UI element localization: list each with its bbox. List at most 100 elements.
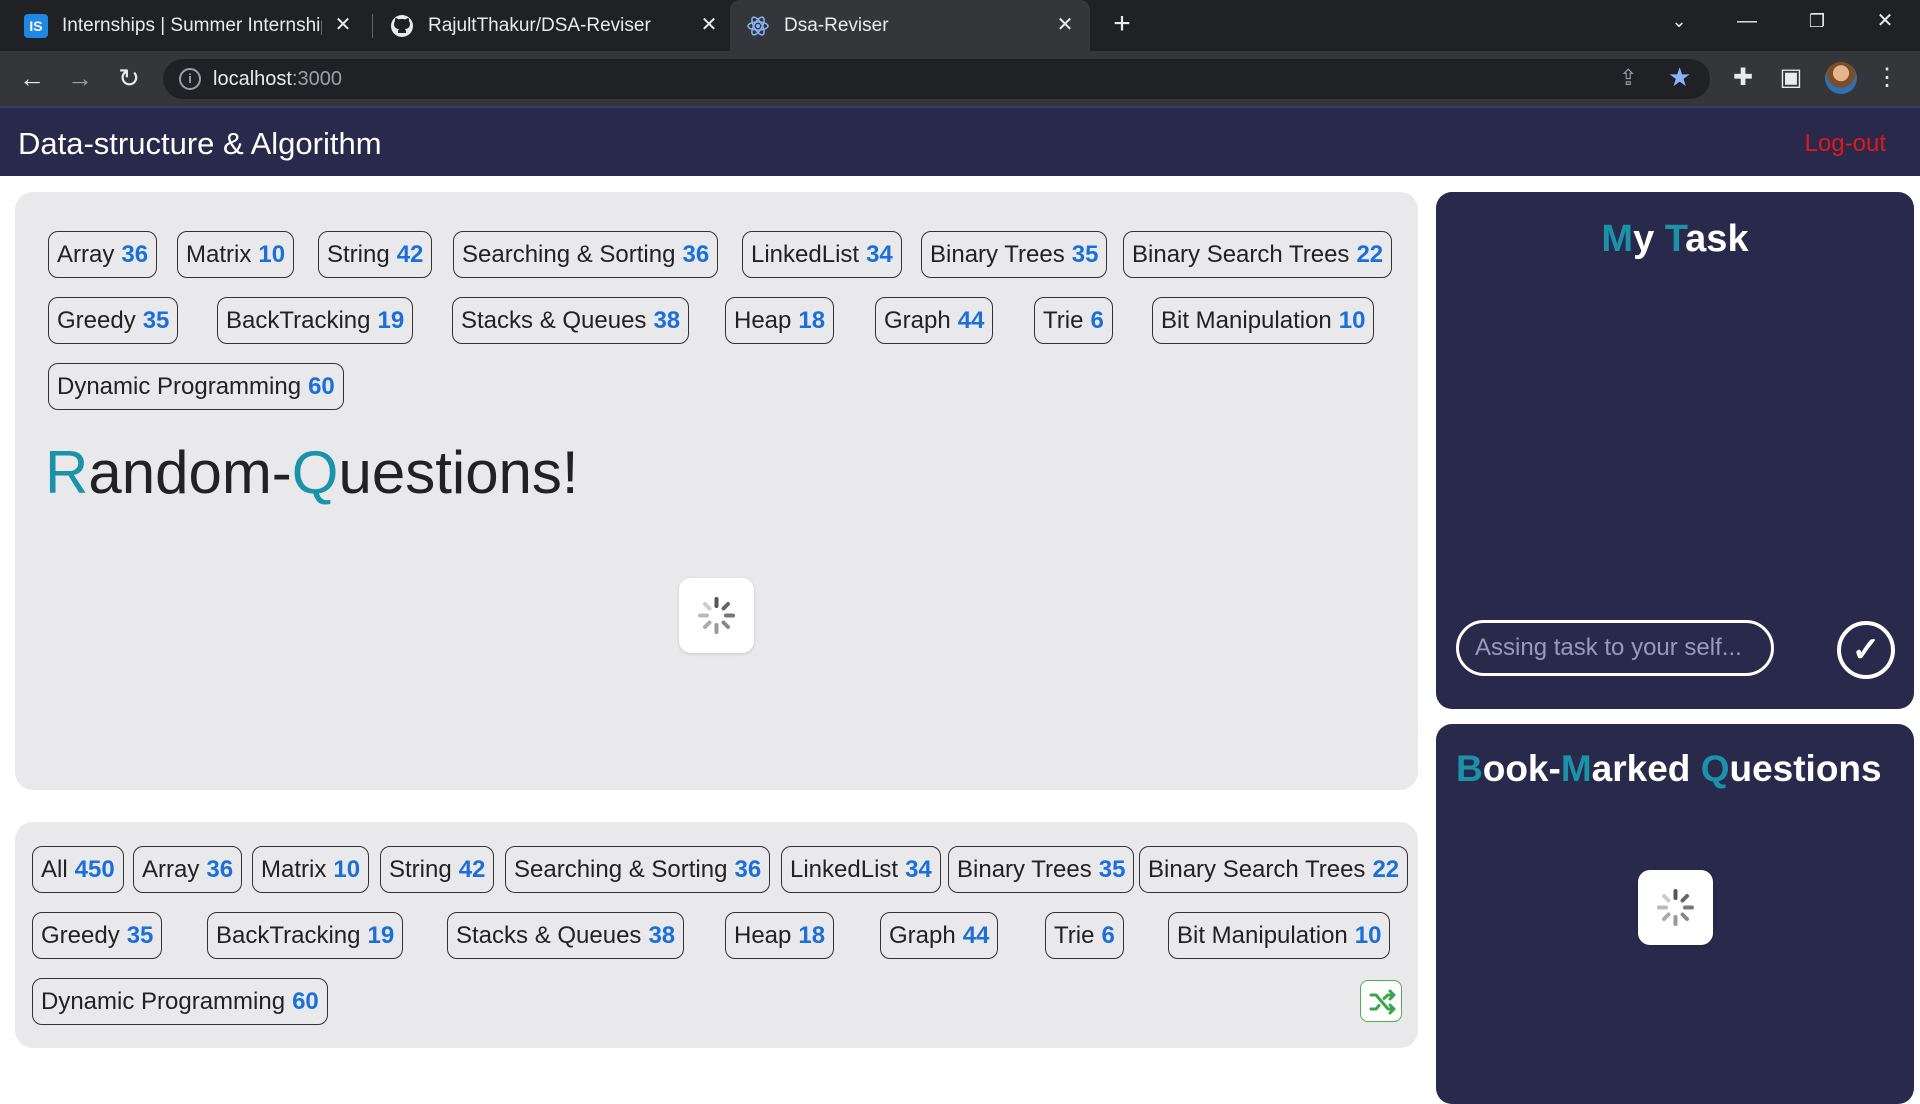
filter-chip-stacks-queues[interactable]: Stacks & Queues 38 xyxy=(447,912,685,959)
chip-count: 60 xyxy=(308,372,335,400)
tab-search-icon[interactable]: ⌄ xyxy=(1648,0,1710,45)
bookmarked-questions-panel: Book-Marked Questions xyxy=(1436,724,1914,1104)
chip-count: 19 xyxy=(367,921,395,949)
chip-count: 35 xyxy=(1071,240,1099,268)
menu-kebab-icon[interactable]: ⋮ xyxy=(1871,63,1903,92)
back-arrow-icon[interactable]: ← xyxy=(16,63,48,95)
chip-count: 6 xyxy=(1101,921,1115,949)
site-info-icon[interactable]: i xyxy=(179,68,201,90)
chip-label: Greedy xyxy=(41,921,120,949)
filter-chip-trie[interactable]: Trie 6 xyxy=(1045,912,1124,959)
topic-chip-bit-manipulation[interactable]: Bit Manipulation 10 xyxy=(1152,297,1375,344)
shuffle-button[interactable] xyxy=(1360,980,1402,1022)
filter-chip-binary-search-trees[interactable]: Binary Search Trees 22 xyxy=(1139,846,1409,893)
filter-chip-greedy[interactable]: Greedy 35 xyxy=(32,912,163,959)
chip-label: Binary Trees xyxy=(930,240,1065,268)
topic-chip-heap[interactable]: Heap 18 xyxy=(725,297,835,344)
tab-title: Dsa-Reviser xyxy=(784,14,889,36)
filter-chip-bit-manipulation[interactable]: Bit Manipulation 10 xyxy=(1168,912,1391,959)
address-bar[interactable]: i localhost:3000 ⇪ ★ xyxy=(163,59,1710,99)
chip-label: Array xyxy=(142,855,200,883)
chip-count: 35 xyxy=(126,921,154,949)
chip-label: Binary Search Trees xyxy=(1132,240,1350,268)
app-title: Data-structure & Algorithm xyxy=(18,126,382,161)
heading-text: uestions! xyxy=(338,439,579,506)
restore-icon[interactable]: ❐ xyxy=(1786,0,1848,45)
reload-icon[interactable]: ↻ xyxy=(113,63,145,95)
chip-label: Dynamic Programming xyxy=(41,987,286,1015)
tab-dsa-reviser[interactable]: Dsa-Reviser ✕ xyxy=(730,0,1090,51)
chip-label: Greedy xyxy=(57,306,136,334)
browser-toolbar: ← → ↻ i localhost:3000 ⇪ ★ ✚ ▣ ⋮ xyxy=(0,51,1920,106)
task-input[interactable] xyxy=(1456,620,1774,676)
topic-chip-binary-search-trees[interactable]: Binary Search Trees 22 xyxy=(1123,231,1393,278)
chip-label: Stacks & Queues xyxy=(456,921,642,949)
filter-chip-graph[interactable]: Graph 44 xyxy=(880,912,999,959)
filter-chip-matrix[interactable]: Matrix 10 xyxy=(252,846,370,893)
topic-chip-stacks-queues[interactable]: Stacks & Queues 38 xyxy=(452,297,690,344)
chip-label: Graph xyxy=(889,921,956,949)
forward-arrow-icon[interactable]: → xyxy=(64,63,96,95)
topic-chip-matrix[interactable]: Matrix 10 xyxy=(177,231,295,278)
add-task-button[interactable]: ✓ xyxy=(1837,621,1895,679)
filter-chip-backtracking[interactable]: BackTracking 19 xyxy=(207,912,404,959)
chip-label: Matrix xyxy=(186,240,252,268)
chip-count: 18 xyxy=(798,306,826,334)
topic-chip-trie[interactable]: Trie 6 xyxy=(1034,297,1113,344)
chip-label: Trie xyxy=(1043,306,1084,334)
topic-chip-array[interactable]: Array 36 xyxy=(48,231,158,278)
share-icon[interactable]: ⇪ xyxy=(1619,65,1637,91)
chip-count: 34 xyxy=(905,855,932,883)
filter-chip-heap[interactable]: Heap 18 xyxy=(725,912,835,959)
tab-internships[interactable]: IS Internships | Summer Internship 2 ✕ xyxy=(8,0,368,51)
filter-chip-all[interactable]: All 450 xyxy=(32,846,124,893)
chip-count: 18 xyxy=(798,921,826,949)
topic-chip-graph[interactable]: Graph 44 xyxy=(875,297,994,344)
filter-chip-linkedlist[interactable]: LinkedList 34 xyxy=(781,846,941,893)
close-tab-icon[interactable]: ✕ xyxy=(332,14,354,36)
logout-link[interactable]: Log-out xyxy=(1805,130,1886,158)
heading-text: y xyxy=(1633,218,1665,260)
bookmark-star-icon[interactable]: ★ xyxy=(1668,62,1691,93)
heading-text: uestions xyxy=(1729,748,1882,789)
heading-text: ask xyxy=(1685,218,1749,260)
filter-chip-binary-trees[interactable]: Binary Trees 35 xyxy=(948,846,1135,893)
new-tab-button[interactable]: + xyxy=(1107,9,1137,40)
tab-title: RajultThakur/DSA-Reviser xyxy=(428,14,651,36)
filter-chip-dynamic-programming[interactable]: Dynamic Programming 60 xyxy=(32,978,328,1025)
filter-chip-array[interactable]: Array 36 xyxy=(133,846,243,893)
close-tab-icon[interactable]: ✕ xyxy=(698,14,720,36)
chip-count: 35 xyxy=(142,306,170,334)
tab-github[interactable]: RajultThakur/DSA-Reviser ✕ xyxy=(374,0,734,51)
filter-chip-string[interactable]: String 42 xyxy=(380,846,495,893)
close-window-icon[interactable]: ✕ xyxy=(1854,0,1916,45)
chip-label: Binary Trees xyxy=(957,855,1092,883)
topic-chip-binary-trees[interactable]: Binary Trees 35 xyxy=(921,231,1108,278)
filter-chip-searching-sorting[interactable]: Searching & Sorting 36 xyxy=(505,846,771,893)
chip-label: Matrix xyxy=(261,855,327,883)
chip-label: Stacks & Queues xyxy=(461,306,647,334)
profile-avatar[interactable] xyxy=(1825,62,1857,94)
chip-label: Binary Search Trees xyxy=(1148,855,1366,883)
close-tab-icon[interactable]: ✕ xyxy=(1054,14,1076,36)
topic-chip-string[interactable]: String 42 xyxy=(318,231,433,278)
chip-label: Bit Manipulation xyxy=(1177,921,1348,949)
topic-chip-greedy[interactable]: Greedy 35 xyxy=(48,297,179,344)
url-text: localhost:3000 xyxy=(213,68,342,91)
topic-chip-linkedlist[interactable]: LinkedList 34 xyxy=(742,231,902,278)
chip-label: Heap xyxy=(734,306,792,334)
extensions-puzzle-icon[interactable]: ✚ xyxy=(1727,63,1759,92)
side-panel-icon[interactable]: ▣ xyxy=(1775,63,1807,92)
chip-label: String xyxy=(327,240,390,268)
chip-label: Bit Manipulation xyxy=(1161,306,1332,334)
topic-chip-backtracking[interactable]: BackTracking 19 xyxy=(217,297,414,344)
chip-count: 42 xyxy=(396,240,424,268)
heading-accent-letter: B xyxy=(1456,748,1483,789)
bookmarks-loading-spinner xyxy=(1638,870,1713,945)
minimize-icon[interactable]: — xyxy=(1716,0,1778,45)
chip-label: Trie xyxy=(1054,921,1095,949)
chip-label: All xyxy=(41,855,68,883)
topic-chip-searching-sorting[interactable]: Searching & Sorting 36 xyxy=(453,231,719,278)
heading-accent-letter: M xyxy=(1560,748,1592,789)
topic-chip-dynamic-programming[interactable]: Dynamic Programming 60 xyxy=(48,363,344,410)
